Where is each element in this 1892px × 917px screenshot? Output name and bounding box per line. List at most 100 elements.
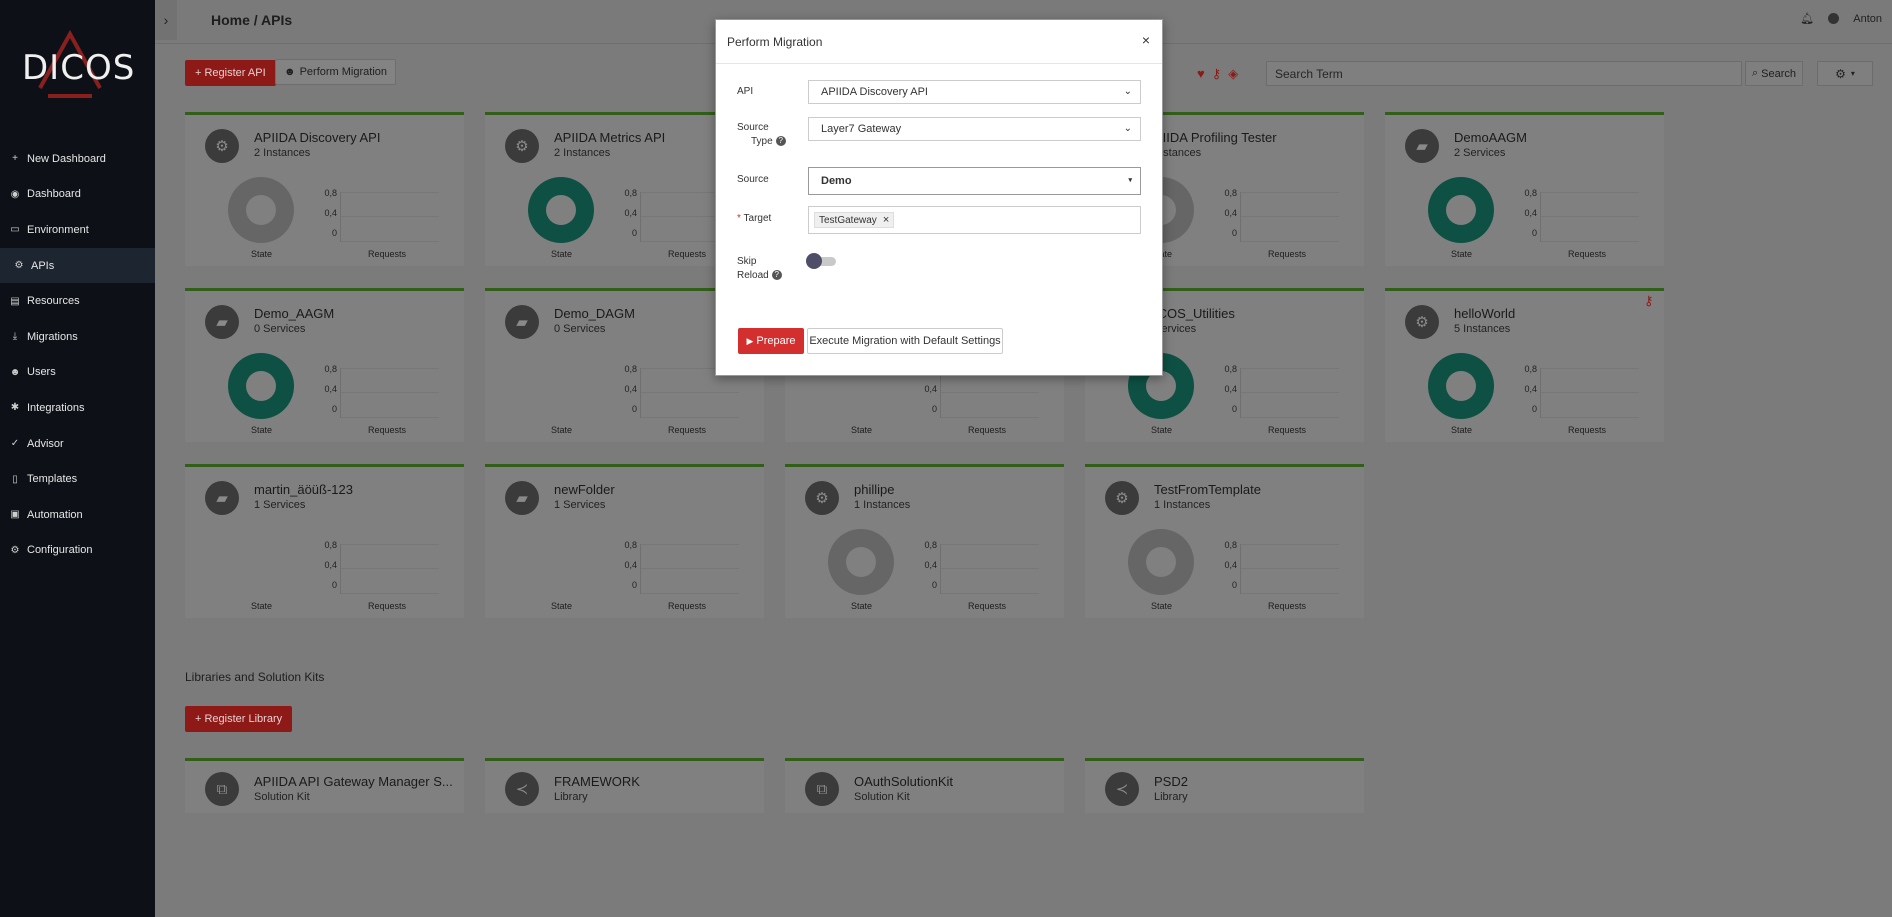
sidebar-item-environment[interactable]: ▭ Environment (0, 212, 155, 248)
execute-default-button[interactable]: Execute Migration with Default Settings (807, 328, 1003, 354)
chevron-right-icon: › (163, 12, 169, 28)
sidebar-item-label: Configuration (27, 544, 93, 557)
y-tick-label: 0 (931, 580, 937, 590)
search-button-label: Search (1761, 67, 1797, 80)
user-icon: ☻ (284, 66, 296, 78)
y-tick-label: 0,8 (324, 540, 337, 550)
folder-icon: ▰ (205, 481, 239, 515)
sidebar-item-advisor[interactable]: ✓ Advisor (0, 426, 155, 462)
key-icon[interactable]: ⚷ (1212, 66, 1222, 82)
sidebar-item-resources[interactable]: ▤ Resources (0, 283, 155, 319)
library-card[interactable]: ⧉ OAuthSolutionKit Solution Kit (785, 758, 1064, 813)
share-icon: ≺ (1105, 772, 1139, 806)
sidebar-item-templates[interactable]: ▯ Templates (0, 461, 155, 497)
sidebar-nav: + New Dashboard ◉ Dashboard ▭ Environment ⚙… (0, 141, 155, 568)
target-label: * Target (737, 212, 771, 226)
gridline (341, 241, 439, 242)
requests-chart-axis (1240, 192, 1339, 242)
skip-reload-label: Skip Reload? (737, 255, 782, 283)
library-card[interactable]: ⧉ APIIDA API Gateway Manager S... Solution… (185, 758, 464, 813)
api-select[interactable]: APIIDA Discovery API ⌄ (808, 80, 1141, 104)
api-card[interactable]: ▰ DemoAAGM 2 Services 0,8 0,4 0 State Requests (1385, 112, 1664, 266)
dicos-logo[interactable]: DICOS (18, 30, 134, 100)
caret-down-icon: ▾ (1128, 177, 1132, 184)
api-card[interactable]: ▰ newFolder 1 Services 0,8 0,4 0 State Requests (485, 464, 764, 618)
remove-tag-icon[interactable]: × (883, 214, 889, 226)
y-tick-label: 0 (331, 580, 337, 590)
sidebar-item-label: Environment (27, 223, 89, 236)
perform-migration-button[interactable]: ☻ Perform Migration (275, 59, 396, 85)
sidebar-item-label: Templates (27, 473, 78, 486)
api-card[interactable]: ▰ Demo_AAGM 0 Services 0,8 0,4 0 State Requests (185, 288, 464, 442)
search-input[interactable]: Search Term (1266, 61, 1742, 86)
library-card[interactable]: ≺ FRAMEWORK Library (485, 758, 764, 813)
y-tick-label: 0,8 (924, 540, 937, 550)
skip-reload-toggle[interactable] (806, 253, 838, 269)
y-tick-label: 0,4 (1224, 384, 1237, 394)
y-tick-label: 0 (1531, 404, 1537, 414)
sidebar-item-configuration[interactable]: ⚙ Configuration (0, 533, 155, 569)
api-card[interactable]: ⚙ TestFromTemplate 1 Instances 0,8 0,4 0 State… (1085, 464, 1364, 618)
y-tick-label: 0,4 (624, 384, 637, 394)
source-label: Source (737, 174, 769, 185)
requests-label: Requests (968, 425, 1007, 435)
prepare-button[interactable]: ▶ Prepare (738, 328, 804, 354)
api-card[interactable]: ⚙ helloWorld 5 Instances 0,8 0,4 0 State Reques… (1385, 288, 1664, 442)
register-api-button[interactable]: + Register API (185, 60, 276, 86)
sidebar-item-users[interactable]: ☻ Users (0, 355, 155, 391)
help-icon[interactable]: ? (771, 270, 782, 281)
card-subtitle: 2 Services (1454, 147, 1506, 159)
help-icon[interactable]: ? (775, 136, 786, 147)
register-library-button[interactable]: + Register Library (185, 706, 293, 732)
y-tick-label: 0 (631, 404, 637, 414)
state-donut-chart (1428, 353, 1494, 419)
key-icon[interactable]: ⚷ (1644, 293, 1654, 309)
target-multiselect[interactable]: TestGateway × (808, 206, 1141, 234)
api-select-value: APIIDA Discovery API (821, 86, 928, 98)
sidebar-item-dashboard[interactable]: ◉ Dashboard (0, 177, 155, 213)
gridline (341, 368, 439, 369)
api-card[interactable]: ▰ martin_äöüß-123 1 Services 0,8 0,4 0 State Re… (185, 464, 464, 618)
gears-icon: ⚙ (1405, 305, 1439, 339)
gridline (1241, 544, 1339, 545)
sidebar-item-integrations[interactable]: ✱ Integrations (0, 390, 155, 426)
skip-reload-label-line2: Reload? (737, 269, 782, 283)
sidebar-item-apis[interactable]: ⚙ APIs (0, 247, 155, 284)
folder-icon: ▰ (505, 481, 539, 515)
perform-migration-modal: Perform Migration × API APIIDA Discovery… (715, 19, 1163, 376)
bell-icon[interactable]: 🔔︎ (1800, 12, 1814, 25)
user-menu[interactable]: Anton (1853, 13, 1882, 25)
sidebar-item-new-dashboard[interactable]: + New Dashboard (0, 141, 155, 177)
api-card[interactable]: ⚙ APIIDA Discovery API 2 Instances 0,8 0,4 0 S… (185, 112, 464, 266)
card-subtitle: 1 Instances (1154, 499, 1211, 511)
source-type-select[interactable]: Layer7 Gateway ⌄ (808, 117, 1141, 141)
card-title: DemoAAGM (1454, 130, 1527, 145)
sidebar-item-label: New Dashboard (27, 152, 106, 165)
diamond-icon[interactable]: ◈ (1228, 66, 1238, 82)
requests-chart-axis (1540, 192, 1639, 242)
sidebar-item-label: Dashboard (27, 188, 81, 201)
breadcrumb[interactable]: Home / APIs (211, 12, 292, 28)
close-icon[interactable]: × (1142, 32, 1150, 48)
folder-icon: ▰ (1405, 129, 1439, 163)
api-card[interactable]: ⚙ phillipe 1 Instances 0,8 0,4 0 State Requests (785, 464, 1064, 618)
sidebar-item-automation[interactable]: ▣ Automation (0, 497, 155, 533)
sidebar-item-migrations[interactable]: ⤓ Migrations (0, 319, 155, 355)
state-label: State (551, 601, 573, 611)
state-donut-chart (828, 529, 894, 595)
gridline (1241, 417, 1339, 418)
skip-reload-label-line1: Skip (737, 256, 757, 267)
y-tick-label: 0,8 (1524, 188, 1537, 198)
library-card[interactable]: ≺ PSD2 Library (1085, 758, 1364, 813)
heart-icon[interactable]: ♥ (1197, 66, 1205, 82)
sidebar-toggle-button[interactable]: › (155, 0, 177, 40)
source-select[interactable]: Demo ▾ (808, 167, 1141, 195)
gears-icon: ⚙ (205, 129, 239, 163)
requests-chart-axis (640, 544, 739, 594)
gridline (341, 417, 439, 418)
card-title: Demo_DAGM (554, 306, 635, 321)
search-button[interactable]: ⌕ Search (1745, 61, 1803, 86)
state-label: State (1451, 425, 1473, 435)
settings-dropdown-button[interactable]: ⚙ ▾ (1817, 61, 1873, 86)
help-icon[interactable] (1828, 13, 1840, 24)
